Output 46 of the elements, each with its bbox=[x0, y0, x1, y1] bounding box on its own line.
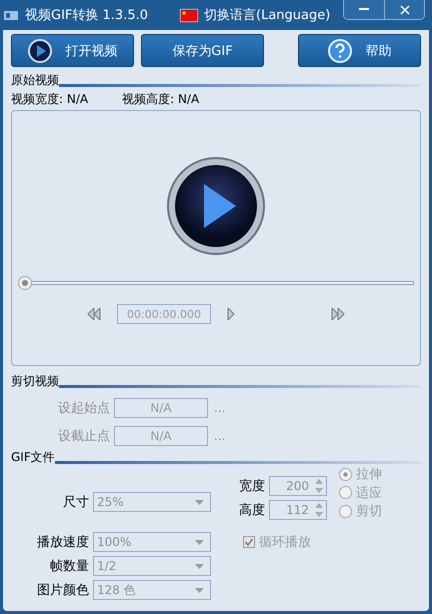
rewind-icon bbox=[87, 308, 101, 320]
minimize-button[interactable] bbox=[344, 0, 384, 19]
play-icon[interactable] bbox=[166, 156, 266, 256]
section-heading: 原始视频 bbox=[11, 72, 59, 89]
checkbox-icon bbox=[243, 536, 255, 548]
radio-icon bbox=[339, 486, 352, 500]
dropdown-caret-icon bbox=[195, 500, 204, 504]
language-button[interactable]: 切换语言(Language) bbox=[180, 6, 330, 24]
time-field[interactable]: 00:00:00.000 bbox=[117, 304, 211, 324]
radio-icon bbox=[339, 504, 352, 518]
dropdown-caret-icon bbox=[195, 540, 204, 544]
app-icon bbox=[3, 8, 19, 22]
slider-thumb[interactable] bbox=[18, 276, 32, 290]
toolbar-button[interactable]: 保存为GIF bbox=[141, 34, 264, 67]
help-icon bbox=[328, 38, 352, 62]
fast-forward-button[interactable] bbox=[331, 308, 345, 320]
seek-slider[interactable] bbox=[18, 276, 414, 290]
option-label: 图片颜色 bbox=[36, 582, 90, 599]
section-heading: 剪切视频 bbox=[11, 373, 59, 390]
spin-arrows-icon bbox=[315, 479, 323, 493]
play-button[interactable] bbox=[227, 308, 235, 320]
dropdown-caret-icon bbox=[195, 564, 204, 568]
video-width-label: 视频宽度: N/A bbox=[11, 90, 88, 108]
minimize-icon bbox=[359, 8, 369, 11]
toolbar-button[interactable]: 帮助 bbox=[298, 34, 421, 67]
option-label: 帧数量 bbox=[49, 558, 90, 575]
close-icon bbox=[400, 4, 410, 14]
option-label: 播放速度 bbox=[36, 534, 90, 551]
size-label: 尺寸 bbox=[62, 494, 90, 511]
dimension-label: 宽度 bbox=[238, 478, 266, 495]
dropdown-caret-icon bbox=[195, 588, 204, 592]
play-icon bbox=[28, 38, 52, 62]
play-icon bbox=[227, 308, 235, 320]
rewind-button[interactable] bbox=[87, 308, 101, 320]
close-button[interactable] bbox=[384, 0, 424, 19]
window-title: 视频GIF转换 1.3.5.0 bbox=[25, 7, 148, 24]
video-height-label: 视频高度: N/A bbox=[122, 90, 200, 108]
spin-arrows-icon bbox=[315, 503, 323, 517]
cut-point-label: 设截止点 bbox=[57, 428, 111, 445]
cut-point-label: 设起始点 bbox=[57, 400, 111, 417]
fast-forward-icon bbox=[331, 308, 345, 320]
flag-icon bbox=[180, 8, 198, 22]
section-heading: GIF文件 bbox=[11, 449, 55, 466]
dimension-label: 高度 bbox=[238, 502, 266, 519]
toolbar-button[interactable]: 打开视频 bbox=[11, 34, 134, 67]
radio-icon bbox=[339, 468, 352, 481]
